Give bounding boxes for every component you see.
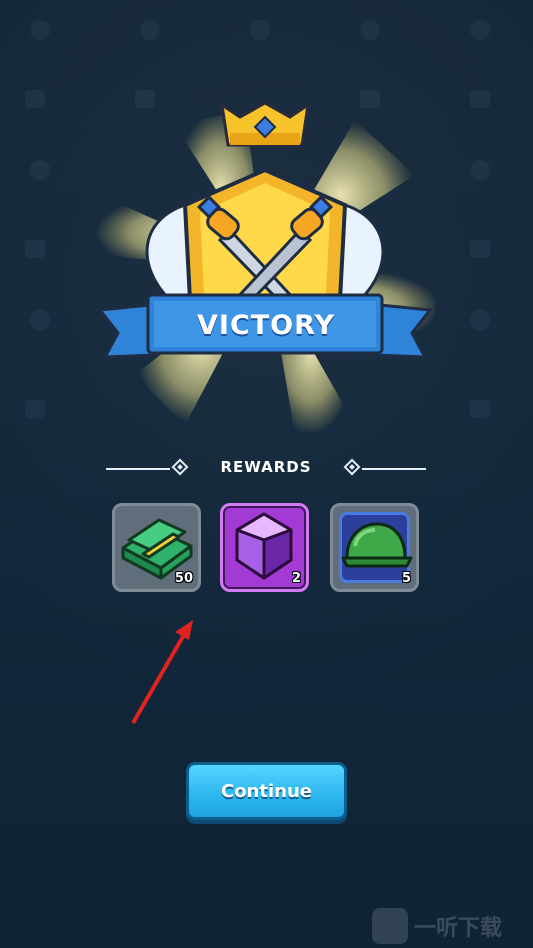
watermark: 一听下载 [372, 904, 533, 948]
watermark-logo-icon [372, 908, 408, 944]
red-arrow-annotation-icon [131, 620, 193, 725]
reward-cash[interactable]: 50 [112, 503, 201, 592]
continue-button[interactable]: Continue [186, 762, 347, 820]
victory-title: VICTORY [197, 309, 335, 341]
watermark-text: 一听下载 [414, 916, 503, 941]
divider-right [362, 468, 426, 470]
reward-helmet[interactable]: 5 [330, 503, 419, 592]
rewards-label: REWARDS [220, 458, 312, 476]
reward-count: 5 [401, 571, 411, 586]
reward-count: 50 [174, 571, 193, 586]
reward-gem[interactable]: 2 [220, 503, 309, 592]
reward-count: 2 [291, 571, 301, 586]
rewards-header: REWARDS [106, 456, 426, 482]
crown-icon [220, 101, 310, 147]
